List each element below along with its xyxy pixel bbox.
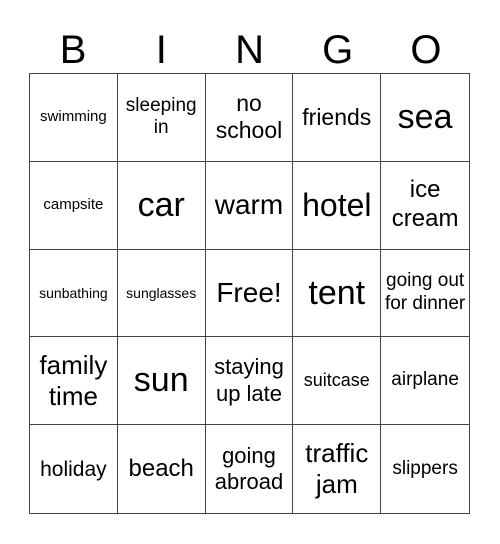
header-letter-n: N <box>235 28 264 72</box>
bingo-cell[interactable]: sunbathing <box>30 249 118 338</box>
bingo-cell[interactable]: friends <box>293 74 382 162</box>
bingo-cell[interactable]: ice cream <box>381 162 469 250</box>
bingo-cell[interactable]: suitcase <box>293 337 382 426</box>
bingo-cell[interactable]: airplane <box>381 337 469 426</box>
bingo-cell[interactable]: beach <box>118 425 206 513</box>
bingo-cell[interactable]: swimming <box>30 74 118 162</box>
bingo-cell[interactable]: sea <box>381 74 469 162</box>
bingo-cell[interactable]: hotel <box>293 161 382 250</box>
bingo-cell[interactable]: slippers <box>381 425 469 513</box>
bingo-cell[interactable]: tent <box>293 249 382 338</box>
free-space-cell[interactable]: Free! <box>205 249 294 338</box>
bingo-cell[interactable]: going out for dinner <box>381 250 469 338</box>
header-letter-b: B <box>59 28 87 72</box>
bingo-cell[interactable]: holiday <box>30 425 118 513</box>
bingo-cell[interactable]: family time <box>30 337 118 426</box>
bingo-cell[interactable]: sleeping in <box>117 74 206 162</box>
bingo-cell[interactable]: sun <box>117 337 206 426</box>
bingo-header: BINGO <box>29 26 470 74</box>
bingo-cell[interactable]: warm <box>205 161 294 250</box>
bingo-card: swimming sleeping in no school friends sea ca… <box>29 73 470 514</box>
bingo-cell[interactable]: sunglasses <box>117 249 206 338</box>
bingo-cell[interactable]: staying up late <box>205 337 294 426</box>
bingo-cell[interactable]: going abroad <box>206 425 294 513</box>
bingo-cell[interactable]: traffic jam <box>293 425 382 513</box>
header-letter-i: I <box>155 28 167 72</box>
header-letter-g: G <box>322 28 354 72</box>
bingo-cell[interactable]: campsite <box>30 161 118 250</box>
bingo-cell[interactable]: no school <box>205 74 294 162</box>
bingo-cell[interactable]: car <box>117 161 206 250</box>
header-letter-o: O <box>410 28 442 72</box>
